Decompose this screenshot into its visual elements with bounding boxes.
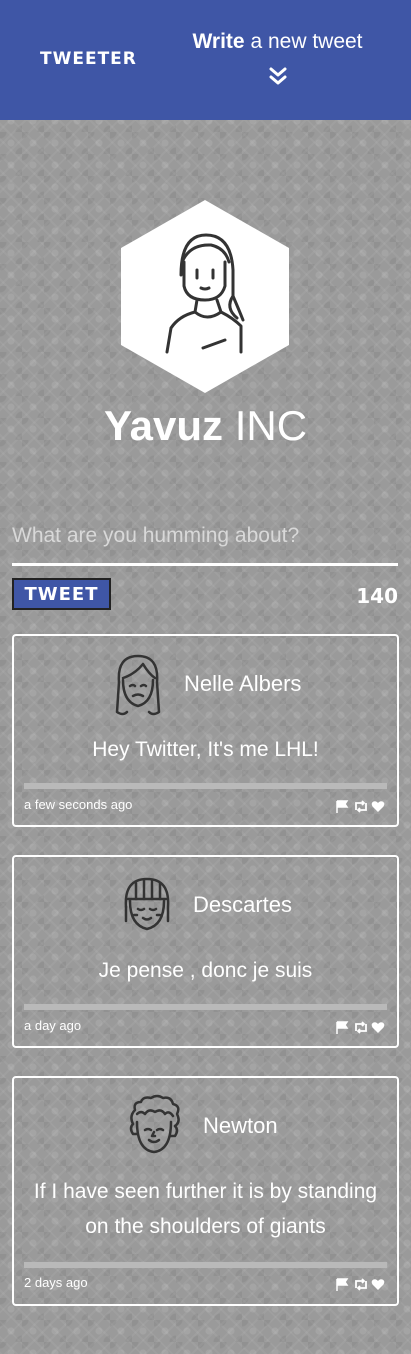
- compose-rest-text: a new tweet: [244, 30, 363, 53]
- tweet-card: Descartes Je pense , donc je suis a day …: [12, 855, 399, 1048]
- tweet-content: Je pense , donc je suis: [98, 959, 313, 982]
- tweet-content: Hey Twitter, It's me LHL!: [92, 738, 319, 761]
- compose-bold-text: Write: [192, 30, 245, 53]
- heart-icon[interactable]: [371, 1019, 385, 1033]
- tweet-card: Newton If I have seen further it is by s…: [12, 1076, 399, 1306]
- heart-icon[interactable]: [371, 798, 385, 812]
- tweet-timestamp: 2 days ago: [24, 1275, 88, 1290]
- top-nav: TWEETER Write a new tweet: [0, 0, 411, 120]
- tweet-divider: [24, 1004, 387, 1010]
- tweet-divider: [24, 1262, 387, 1268]
- retweet-icon[interactable]: [353, 1019, 367, 1034]
- curly-hair-avatar-icon: [129, 1094, 180, 1154]
- tweet-actions: [335, 1019, 385, 1034]
- tweet-author: Newton: [203, 1113, 278, 1138]
- retweet-icon[interactable]: [353, 1276, 367, 1291]
- tweet-actions: [335, 798, 385, 813]
- flag-icon[interactable]: [335, 1019, 349, 1034]
- double-chevron-down-icon[interactable]: [268, 66, 288, 86]
- write-tweet-toggle[interactable]: Write a new tweet: [170, 30, 385, 54]
- tweet-divider: [24, 783, 387, 789]
- retweet-icon[interactable]: [353, 798, 367, 813]
- woman-avatar-icon: [115, 654, 161, 716]
- tweet-submit-button[interactable]: TWEET: [12, 578, 111, 610]
- tweet-author: Nelle Albers: [184, 671, 302, 696]
- tweet-content: If I have seen further it is by standing…: [33, 1180, 378, 1238]
- profile-avatar: [121, 200, 289, 393]
- character-counter: 140: [356, 584, 398, 608]
- tweet-author: Descartes: [193, 892, 293, 917]
- tweet-timestamp: a few seconds ago: [24, 797, 133, 812]
- flag-icon[interactable]: [335, 1276, 349, 1291]
- heart-icon[interactable]: [371, 1276, 385, 1290]
- tweet-compose-input[interactable]: [12, 500, 398, 566]
- girl-bangs-avatar-icon: [124, 877, 170, 931]
- tweet-actions: [335, 1276, 385, 1291]
- tweet-timestamp: a day ago: [24, 1018, 82, 1033]
- profile-name: Yavuz INC: [0, 402, 411, 450]
- flag-icon[interactable]: [335, 798, 349, 813]
- profile-first-name: Yavuz: [103, 402, 224, 449]
- profile-last-name: INC: [223, 402, 308, 449]
- brand-logo[interactable]: TWEETER: [40, 49, 137, 69]
- tweet-card: Nelle Albers Hey Twitter, It's me LHL! a…: [12, 634, 399, 827]
